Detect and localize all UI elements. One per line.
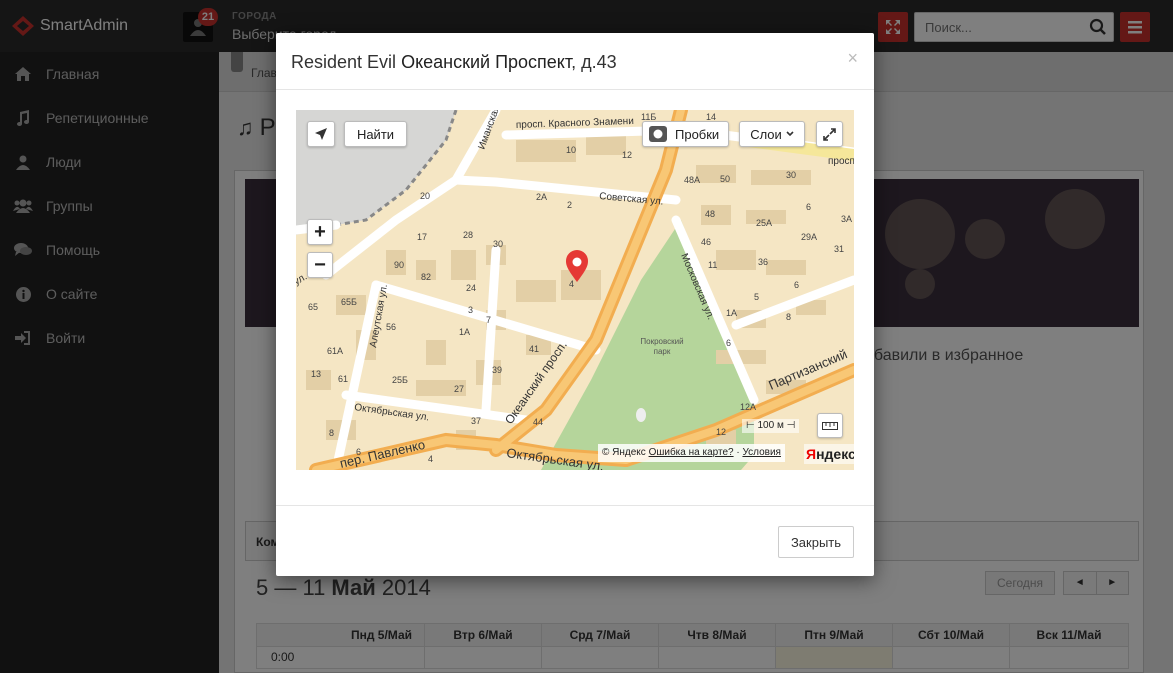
svg-text:11: 11 — [708, 260, 717, 270]
map-modal: Resident Evil Океанский Проспект, д.43 × — [276, 33, 874, 576]
ruler-icon — [822, 421, 838, 430]
svg-text:8: 8 — [786, 312, 791, 322]
chevron-down-icon — [786, 131, 794, 137]
modal-title: Resident Evil Океанский Проспект, д.43 — [291, 52, 617, 72]
svg-text:30: 30 — [493, 239, 503, 249]
svg-text:29А: 29А — [801, 232, 817, 242]
svg-text:65Б: 65Б — [341, 297, 357, 307]
map-fullscreen-button[interactable] — [816, 121, 843, 147]
svg-text:парк: парк — [654, 347, 671, 356]
svg-text:8: 8 — [329, 428, 334, 438]
svg-text:50: 50 — [720, 174, 730, 184]
close-icon[interactable]: × — [847, 48, 858, 69]
svg-text:1А: 1А — [459, 327, 470, 337]
svg-text:12А: 12А — [740, 402, 756, 412]
svg-text:4: 4 — [428, 454, 433, 464]
modal-header: Resident Evil Океанский Проспект, д.43 × — [276, 33, 874, 90]
svg-text:82: 82 — [421, 272, 431, 282]
svg-text:4: 4 — [569, 279, 574, 289]
ruler-button[interactable] — [817, 413, 843, 438]
map-error-link[interactable]: Ошибка на карте? — [649, 447, 734, 458]
svg-text:46: 46 — [701, 237, 711, 247]
svg-text:17: 17 — [417, 232, 427, 242]
svg-text:12: 12 — [622, 150, 632, 160]
svg-text:2А: 2А — [536, 192, 547, 202]
map-terms-link[interactable]: Условия — [742, 447, 781, 458]
svg-text:3: 3 — [468, 305, 473, 315]
traffic-button[interactable]: Пробки — [642, 121, 729, 147]
geolocation-button[interactable] — [307, 121, 335, 147]
svg-text:1А: 1А — [726, 308, 737, 318]
modal-footer: Закрыть — [276, 505, 874, 576]
svg-text:41: 41 — [529, 344, 539, 354]
svg-text:просп: просп — [828, 156, 854, 167]
svg-text:6: 6 — [806, 202, 811, 212]
expand-icon — [823, 127, 836, 141]
svg-text:28: 28 — [463, 230, 473, 240]
map-canvas: 11Б10 1214 48А 50 3048 25А46 29А36 311151А 8… — [296, 110, 854, 470]
svg-text:6: 6 — [726, 338, 731, 348]
svg-text:36: 36 — [758, 257, 768, 267]
svg-text:30: 30 — [786, 170, 796, 180]
close-button[interactable]: Закрыть — [778, 526, 854, 558]
map-scale: ⊢ 100 м ⊣ — [742, 419, 800, 433]
svg-text:44: 44 — [533, 417, 543, 427]
svg-text:24: 24 — [466, 283, 476, 293]
svg-text:48: 48 — [705, 209, 715, 219]
find-button[interactable]: Найти — [344, 121, 407, 147]
svg-text:13: 13 — [311, 369, 321, 379]
svg-text:Покровский: Покровский — [640, 337, 683, 346]
svg-text:6: 6 — [794, 280, 799, 290]
svg-text:48А: 48А — [684, 175, 700, 185]
zoom-out-button[interactable]: − — [307, 252, 333, 278]
svg-text:56: 56 — [386, 322, 396, 332]
svg-text:61: 61 — [338, 374, 348, 384]
svg-text:65: 65 — [308, 302, 318, 312]
layers-button[interactable]: Слои — [739, 121, 805, 147]
svg-text:5: 5 — [754, 292, 759, 302]
svg-text:25Б: 25Б — [392, 375, 408, 385]
svg-text:12: 12 — [716, 427, 726, 437]
svg-text:31: 31 — [834, 244, 844, 254]
svg-text:61А: 61А — [327, 346, 343, 356]
traffic-icon — [649, 126, 667, 142]
svg-text:20: 20 — [420, 191, 430, 201]
svg-text:27: 27 — [454, 384, 464, 394]
zoom-in-button[interactable]: + — [307, 219, 333, 245]
svg-text:3А: 3А — [841, 214, 852, 224]
map-attribution: © Яндекс Ошибка на карте? · Условия — [598, 444, 785, 462]
yandex-logo[interactable]: Яндекс — [804, 444, 854, 464]
svg-text:2: 2 — [567, 200, 572, 210]
svg-text:7: 7 — [486, 315, 491, 325]
svg-text:37: 37 — [471, 416, 481, 426]
svg-text:90: 90 — [394, 260, 404, 270]
svg-text:25А: 25А — [756, 218, 772, 228]
svg-text:10: 10 — [566, 145, 576, 155]
svg-text:39: 39 — [492, 365, 502, 375]
location-arrow-icon — [315, 128, 327, 140]
yandex-map[interactable]: 11Б 10 12 14 48А 50 30 48 25А 46 29А 36 31 11 5 1А 8… — [296, 110, 854, 470]
